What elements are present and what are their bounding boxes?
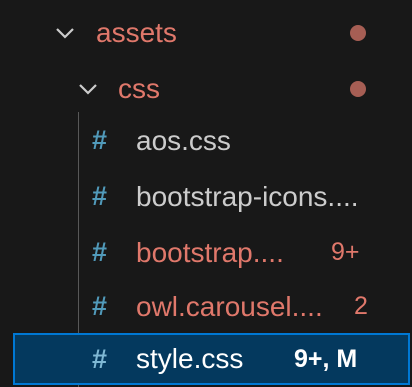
file-row-aos-css[interactable]: # aos.css xyxy=(0,114,412,167)
file-row-bootstrap[interactable]: # bootstrap.... 9+ xyxy=(0,226,412,279)
hash-icon: # xyxy=(92,237,108,267)
file-label: aos.css xyxy=(136,125,231,156)
modified-dot-indicator xyxy=(350,81,366,97)
file-row-owl-carousel[interactable]: # owl.carousel.... 2 xyxy=(0,280,412,333)
chevron-down-icon[interactable] xyxy=(77,78,99,100)
hash-icon: # xyxy=(92,181,108,211)
status-badge: 9+, M xyxy=(294,345,358,373)
folder-label-css: css xyxy=(118,73,160,104)
problems-badge: 9+ xyxy=(331,238,360,266)
chevron-down-icon[interactable] xyxy=(54,22,76,44)
folder-label-assets: assets xyxy=(96,17,177,48)
hash-icon: # xyxy=(92,344,108,374)
hash-icon: # xyxy=(92,125,108,155)
file-label: style.css xyxy=(136,343,244,374)
file-label: owl.carousel.... xyxy=(136,291,323,322)
hash-icon: # xyxy=(92,291,108,321)
file-label: bootstrap-icons.... xyxy=(136,181,359,212)
modified-dot-indicator xyxy=(350,25,366,41)
file-row-style-css[interactable]: # style.css 9+, M xyxy=(13,333,410,385)
file-row-bootstrap-icons[interactable]: # bootstrap-icons.... xyxy=(0,170,412,223)
folder-row-assets[interactable]: assets xyxy=(0,6,412,59)
file-label: bootstrap.... xyxy=(136,237,284,268)
problems-badge: 2 xyxy=(354,292,368,320)
file-explorer-tree: assets css # aos.css # bootstrap-icons..… xyxy=(0,0,412,387)
folder-row-css[interactable]: css xyxy=(0,62,412,115)
